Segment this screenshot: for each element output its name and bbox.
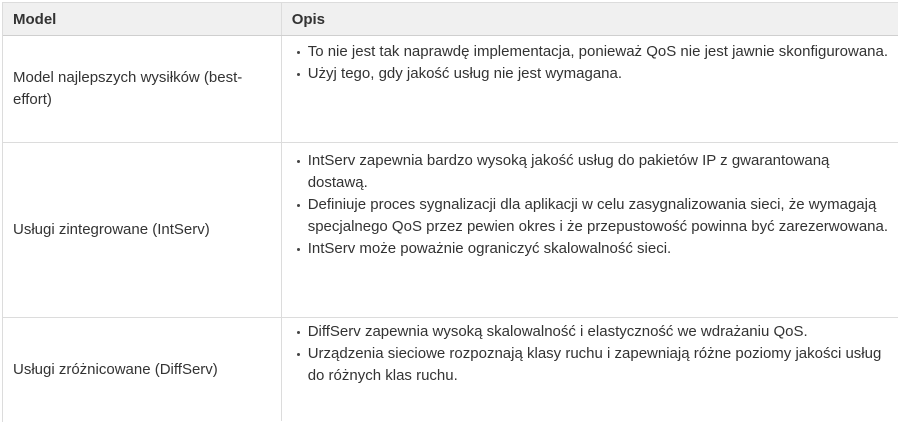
description-cell: DiffServ zapewnia wysoką skalowalność i …: [282, 318, 898, 421]
header-description: Opis: [291, 10, 326, 28]
description-cell: IntServ zapewnia bardzo wysoką jakość us…: [282, 143, 898, 317]
list-item: Definiuje proces sygnalizacji dla aplika…: [296, 194, 892, 238]
description-list: To nie jest tak naprawdę implementacja, …: [296, 41, 892, 85]
table-row: Usługi zintegrowane (IntServ) IntServ za…: [3, 143, 898, 318]
qos-models-table: Model Opis Model najlepszych wysiłków (b…: [2, 2, 898, 422]
description-list: DiffServ zapewnia wysoką skalowalność i …: [296, 321, 892, 387]
model-name-cell: Usługi zintegrowane (IntServ): [3, 143, 282, 317]
table-row: Model najlepszych wysiłków (best-effort)…: [3, 36, 898, 143]
list-item: DiffServ zapewnia wysoką skalowalność i …: [296, 321, 892, 343]
list-item: Użyj tego, gdy jakość usług nie jest wym…: [296, 63, 892, 85]
model-name-cell: Usługi zróżnicowane (DiffServ): [3, 318, 282, 421]
model-name-cell: Model najlepszych wysiłków (best-effort): [3, 36, 282, 142]
description-cell: To nie jest tak naprawdę implementacja, …: [282, 36, 898, 142]
table-row: Usługi zróżnicowane (DiffServ) DiffServ …: [3, 318, 898, 421]
list-item: IntServ zapewnia bardzo wysoką jakość us…: [296, 150, 892, 194]
list-item: IntServ może poważnie ograniczyć skalowa…: [296, 238, 892, 260]
list-item: To nie jest tak naprawdę implementacja, …: [296, 41, 892, 63]
description-list: IntServ zapewnia bardzo wysoką jakość us…: [296, 150, 892, 260]
table-header-row: Model Opis: [3, 2, 898, 36]
header-model: Model: [3, 3, 282, 35]
list-item: Urządzenia sieciowe rozpoznają klasy ruc…: [296, 343, 892, 387]
